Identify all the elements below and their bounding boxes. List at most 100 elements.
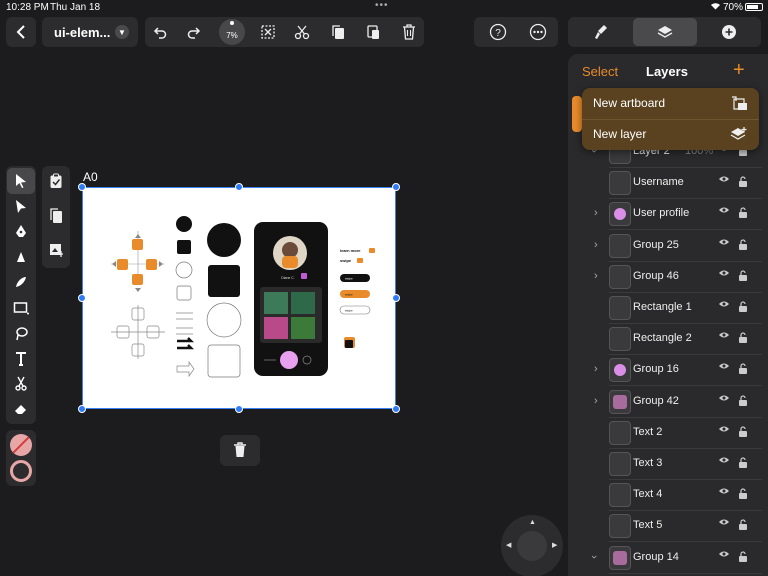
pen-tool-icon[interactable] [14,224,28,240]
style-brush-icon[interactable] [594,24,608,40]
scissors-tool-icon[interactable] [14,376,28,392]
back-button[interactable] [6,17,36,47]
new-artboard-menu-item[interactable]: New artboard [582,88,759,119]
joystick-knob[interactable] [517,531,547,561]
chevron-right-icon[interactable]: › [594,239,598,251]
lock-open-icon[interactable] [738,363,748,375]
document-title-menu[interactable]: ui-elem... ▼ [42,17,138,47]
select-button[interactable]: Select [582,64,618,79]
eye-icon[interactable] [718,550,730,558]
layer-row[interactable]: › Group 46 [568,262,768,293]
eye-icon[interactable] [718,238,730,246]
selection-handle-bl[interactable] [78,405,86,413]
clipboard-icon[interactable] [49,173,63,189]
layer-name: Text 3 [633,457,663,469]
delete-icon[interactable] [402,24,416,40]
pencil-tool-icon[interactable] [14,274,28,290]
delete-selection-button[interactable] [220,435,260,466]
multitasking-dots[interactable]: ••• [375,0,389,11]
eye-icon[interactable] [718,456,730,464]
eye-icon[interactable] [718,269,730,277]
duplicate-icon[interactable] [49,208,63,224]
undo-icon[interactable] [153,25,167,39]
eye-icon[interactable] [718,518,730,526]
rectangle-tool-icon[interactable] [13,301,29,315]
layer-row[interactable]: Text 2 [568,418,768,449]
selection-handle-mr[interactable] [392,294,400,302]
layer-row[interactable]: Username [568,168,768,200]
eye-icon[interactable] [718,175,730,183]
layer-row[interactable]: Text 4 [568,480,768,512]
chevron-right-icon[interactable]: › [594,395,598,407]
scissors-icon[interactable] [294,24,310,40]
fill-color-swatch[interactable] [10,434,32,456]
stroke-color-swatch[interactable] [10,460,32,482]
new-layer-menu-item[interactable]: New layer [582,119,759,150]
eye-icon[interactable] [718,425,730,433]
orange-dpad-graphic [111,231,165,292]
arrow-right-icon: ▶ [552,542,558,549]
eye-icon[interactable] [718,394,730,402]
direct-select-icon[interactable] [14,199,28,215]
mockup-chip-2: swipe [345,293,353,297]
add-circle-icon[interactable] [721,24,737,40]
layer-row[interactable]: Rectangle 2 [568,324,768,356]
chevron-right-icon[interactable]: › [594,207,598,219]
eye-icon[interactable] [718,300,730,308]
small-buttons-column [175,216,195,378]
deselect-icon[interactable] [260,24,276,40]
lock-open-icon[interactable] [738,395,748,407]
selection-handle-tm[interactable] [235,183,243,191]
selection-handle-br[interactable] [392,405,400,413]
layer-name: Text 2 [633,425,663,438]
layer-thumbnail [609,202,631,227]
eye-icon[interactable] [718,206,730,214]
layers-tab[interactable] [633,18,697,46]
chevron-right-icon[interactable]: › [594,270,598,282]
selection-handle-tr[interactable] [392,183,400,191]
chevron-right-icon[interactable]: › [594,363,598,375]
layer-row[interactable]: › User profile [568,199,768,231]
text-tool-icon[interactable] [14,351,28,367]
layer-row[interactable]: Text 5 [568,511,768,543]
layer-row[interactable]: › Group 16 [568,355,768,387]
lock-open-icon[interactable] [738,239,748,251]
layer-row[interactable]: › Group 42 [568,387,768,418]
eye-icon[interactable] [718,487,730,495]
help-icon[interactable]: ? [489,23,507,41]
lock-open-icon[interactable] [738,551,748,563]
layer-row[interactable]: › Group 14 [568,543,768,574]
layer-row[interactable]: › Group 25 [568,231,768,262]
vector-brush-icon[interactable] [14,249,28,265]
lock-open-icon[interactable] [738,488,748,500]
lock-open-icon[interactable] [738,301,748,313]
selection-handle-bm[interactable] [235,405,243,413]
select-arrow-icon[interactable] [14,173,28,189]
lock-open-icon[interactable] [738,332,748,344]
outline-dpad-graphic [111,305,165,359]
redo-icon[interactable] [187,25,201,39]
selection-handle-tl[interactable] [78,183,86,191]
layer-row[interactable]: Rectangle 1 [568,293,768,324]
layer-row[interactable]: Text 3 [568,449,768,480]
copy-icon[interactable] [330,24,346,40]
eraser-icon[interactable] [14,402,28,416]
selection-handle-ml[interactable] [78,294,86,302]
eye-icon[interactable] [718,362,730,370]
lasso-icon[interactable] [14,326,28,342]
chevron-down-icon[interactable]: › [588,555,600,559]
nudge-joystick[interactable]: ▲ ◀ ▶ [501,515,563,576]
lock-open-icon[interactable] [738,426,748,438]
add-layer-icon[interactable]: + [733,59,745,82]
lock-open-icon[interactable] [738,176,748,188]
lock-open-icon[interactable] [738,519,748,531]
lock-open-icon[interactable] [738,457,748,469]
eye-icon[interactable] [718,331,730,339]
zoom-indicator[interactable]: 7% [219,19,245,45]
more-options-icon[interactable] [529,23,547,41]
image-import-icon[interactable] [49,242,63,258]
lock-open-icon[interactable] [738,207,748,219]
artboard[interactable]: Diane C. learn more swipe swipe swipe sw… [82,187,396,409]
paste-icon[interactable] [365,24,381,40]
lock-open-icon[interactable] [738,270,748,282]
